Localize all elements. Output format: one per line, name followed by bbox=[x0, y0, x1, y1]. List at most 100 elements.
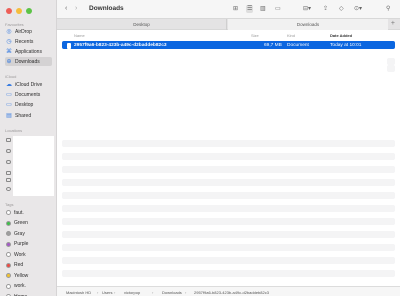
sidebar-item-label: Documents bbox=[15, 91, 41, 98]
airdrop-icon: ◎ bbox=[6, 28, 12, 35]
empty-row-stripe bbox=[387, 65, 395, 72]
file-row[interactable]: 2957f9a6-b823-423b-a49c-d2baddeb82c3 69,… bbox=[62, 41, 395, 49]
path-item-downloads[interactable]: Downloads bbox=[162, 290, 182, 295]
sidebar-item-recents[interactable]: ◷ Recents bbox=[5, 37, 52, 46]
sidebar-item-icloud-drive[interactable]: ☁ iCloud Drive bbox=[5, 80, 52, 89]
icon-view-icon[interactable]: ⊞ bbox=[233, 5, 238, 13]
sidebar-tag-item[interactable]: Gray bbox=[5, 229, 52, 238]
clock-icon: ◷ bbox=[6, 38, 12, 45]
group-by-icon[interactable]: ⊟▾ bbox=[303, 5, 311, 13]
sidebar-item-label: AirDrop bbox=[15, 28, 32, 35]
document-icon: ▭ bbox=[6, 91, 12, 98]
sidebar-item-desktop[interactable]: ▭ Desktop bbox=[5, 100, 52, 109]
column-view-icon[interactable]: ▥ bbox=[260, 5, 266, 13]
sidebar-tag-label: Yellow bbox=[14, 272, 29, 279]
sidebar-tag-item[interactable]: Purple bbox=[5, 240, 52, 249]
file-name: 2957f9a6-b823-423b-a49c-d2baddeb82c3 bbox=[74, 42, 167, 48]
empty-row-stripe bbox=[62, 270, 395, 277]
column-header-bar: Name Size Kind Date Added bbox=[57, 30, 400, 40]
cloud-icon[interactable] bbox=[6, 149, 11, 153]
sidebar-item-airdrop[interactable]: ◎ AirDrop bbox=[5, 27, 52, 36]
display-icon[interactable] bbox=[6, 178, 11, 182]
column-header-name[interactable]: Name bbox=[74, 33, 85, 38]
sidebar-item-downloads[interactable]: ⊕ Downloads bbox=[5, 57, 52, 66]
path-separator: › bbox=[185, 289, 187, 295]
path-item-macintosh-hd[interactable]: Macintosh HD bbox=[66, 290, 91, 295]
tab-downloads[interactable]: Downloads bbox=[228, 19, 388, 30]
sidebar-item-label: Shared bbox=[15, 112, 32, 119]
sidebar-tag-label: Purple bbox=[14, 241, 29, 247]
minimize-window-button[interactable] bbox=[16, 8, 22, 14]
sidebar-tag-label: Red bbox=[14, 262, 24, 268]
search-icon[interactable]: ⚲ bbox=[386, 5, 390, 13]
sidebar-item-applications[interactable]: ⌘ Applications bbox=[5, 47, 52, 56]
icloud-header: iCloud bbox=[5, 74, 17, 79]
applications-icon: ⌘ bbox=[6, 48, 12, 55]
network-drive-icon[interactable] bbox=[6, 171, 11, 175]
network-icon[interactable] bbox=[6, 187, 11, 191]
tab-desktop[interactable]: Desktop bbox=[57, 19, 227, 30]
back-button[interactable]: ‹ bbox=[65, 5, 67, 13]
list-view-icon[interactable]: ☰ bbox=[246, 5, 254, 13]
column-header-date-added[interactable]: Date Added bbox=[330, 33, 352, 38]
sidebar-item-label: Downloads bbox=[15, 58, 40, 65]
sidebar-tag-label: work. bbox=[14, 283, 26, 289]
path-separator: › bbox=[97, 289, 99, 295]
more-actions-icon[interactable]: ⊙▾ bbox=[354, 5, 362, 13]
tag-color-dot-icon bbox=[6, 241, 11, 247]
sidebar-tag-item[interactable]: work. bbox=[5, 282, 52, 291]
close-window-button[interactable] bbox=[6, 8, 12, 14]
zoom-window-button[interactable] bbox=[26, 8, 32, 14]
path-item-user[interactable]: victorpop bbox=[124, 290, 140, 295]
empty-row-stripe bbox=[62, 205, 395, 212]
gallery-view-icon[interactable]: ▭ bbox=[275, 5, 281, 13]
document-icon bbox=[67, 42, 71, 49]
sidebar-tag-item[interactable]: faut. bbox=[5, 208, 52, 217]
path-separator: › bbox=[114, 289, 116, 295]
column-header-size[interactable]: Size bbox=[251, 33, 259, 38]
sidebar-item-shared[interactable]: ▤ Shared bbox=[5, 111, 52, 120]
forward-button[interactable]: › bbox=[75, 5, 77, 13]
sidebar-item-documents[interactable]: ▭ Documents bbox=[5, 90, 52, 99]
new-tab-icon[interactable]: + bbox=[391, 20, 395, 27]
cloud-icon: ☁ bbox=[6, 81, 12, 88]
tag-color-dot-icon bbox=[6, 283, 11, 289]
desktop-icon: ▭ bbox=[6, 101, 12, 108]
empty-row-stripe bbox=[62, 244, 395, 251]
empty-row-stripe bbox=[62, 192, 395, 199]
file-size: 69,7 MB bbox=[264, 42, 282, 48]
empty-row-stripe bbox=[62, 218, 395, 225]
disk-icon[interactable] bbox=[6, 138, 11, 142]
tag-color-dot-icon bbox=[6, 273, 11, 278]
column-header-kind[interactable]: Kind bbox=[287, 33, 295, 38]
toolbar: ‹ › Downloads ⊞ ☰ ▥ ▭ ⊟▾ ⇪ ◇ ⊙▾ ⚲ bbox=[57, 0, 400, 18]
share-icon[interactable]: ⇪ bbox=[323, 5, 328, 13]
sidebar-tag-label: Gray bbox=[14, 230, 25, 237]
sidebar-tag-item[interactable]: Green bbox=[5, 219, 52, 228]
locations-header: Locations bbox=[5, 128, 23, 133]
path-separator: › bbox=[152, 289, 154, 295]
tab-bar: Desktop Downloads + bbox=[57, 18, 400, 30]
sidebar: Favourites ◎ AirDrop ◷ Recents ⌘ Applica… bbox=[0, 0, 57, 296]
sidebar-item-label: Desktop bbox=[15, 101, 34, 108]
path-bar: Macintosh HD › Users › victorpop › Downl… bbox=[57, 286, 400, 296]
sidebar-tag-item[interactable]: Home bbox=[5, 292, 52, 296]
file-kind: Document bbox=[287, 42, 309, 48]
window-controls bbox=[6, 8, 32, 14]
locations-redacted-area bbox=[13, 136, 54, 196]
cloud-icon[interactable] bbox=[6, 160, 11, 164]
shared-folder-icon: ▤ bbox=[6, 112, 12, 119]
tag-color-dot-icon bbox=[6, 262, 11, 268]
path-item-users[interactable]: Users bbox=[102, 290, 112, 295]
sidebar-item-label: Applications bbox=[15, 48, 42, 55]
empty-row-stripe bbox=[62, 166, 395, 173]
empty-row-stripe bbox=[62, 179, 395, 186]
sidebar-tag-item[interactable]: Work bbox=[5, 250, 52, 259]
sidebar-tag-label: Green bbox=[14, 220, 28, 226]
sidebar-tag-item[interactable]: Red bbox=[5, 261, 52, 270]
download-icon: ⊕ bbox=[6, 58, 12, 65]
path-item-file[interactable]: 2957f9a6-b823-423b-a49c-d2baddeb82c3 bbox=[194, 290, 269, 295]
sidebar-tag-item[interactable]: Yellow bbox=[5, 271, 52, 280]
empty-row-stripe bbox=[62, 140, 395, 147]
tag-icon[interactable]: ◇ bbox=[339, 5, 344, 13]
